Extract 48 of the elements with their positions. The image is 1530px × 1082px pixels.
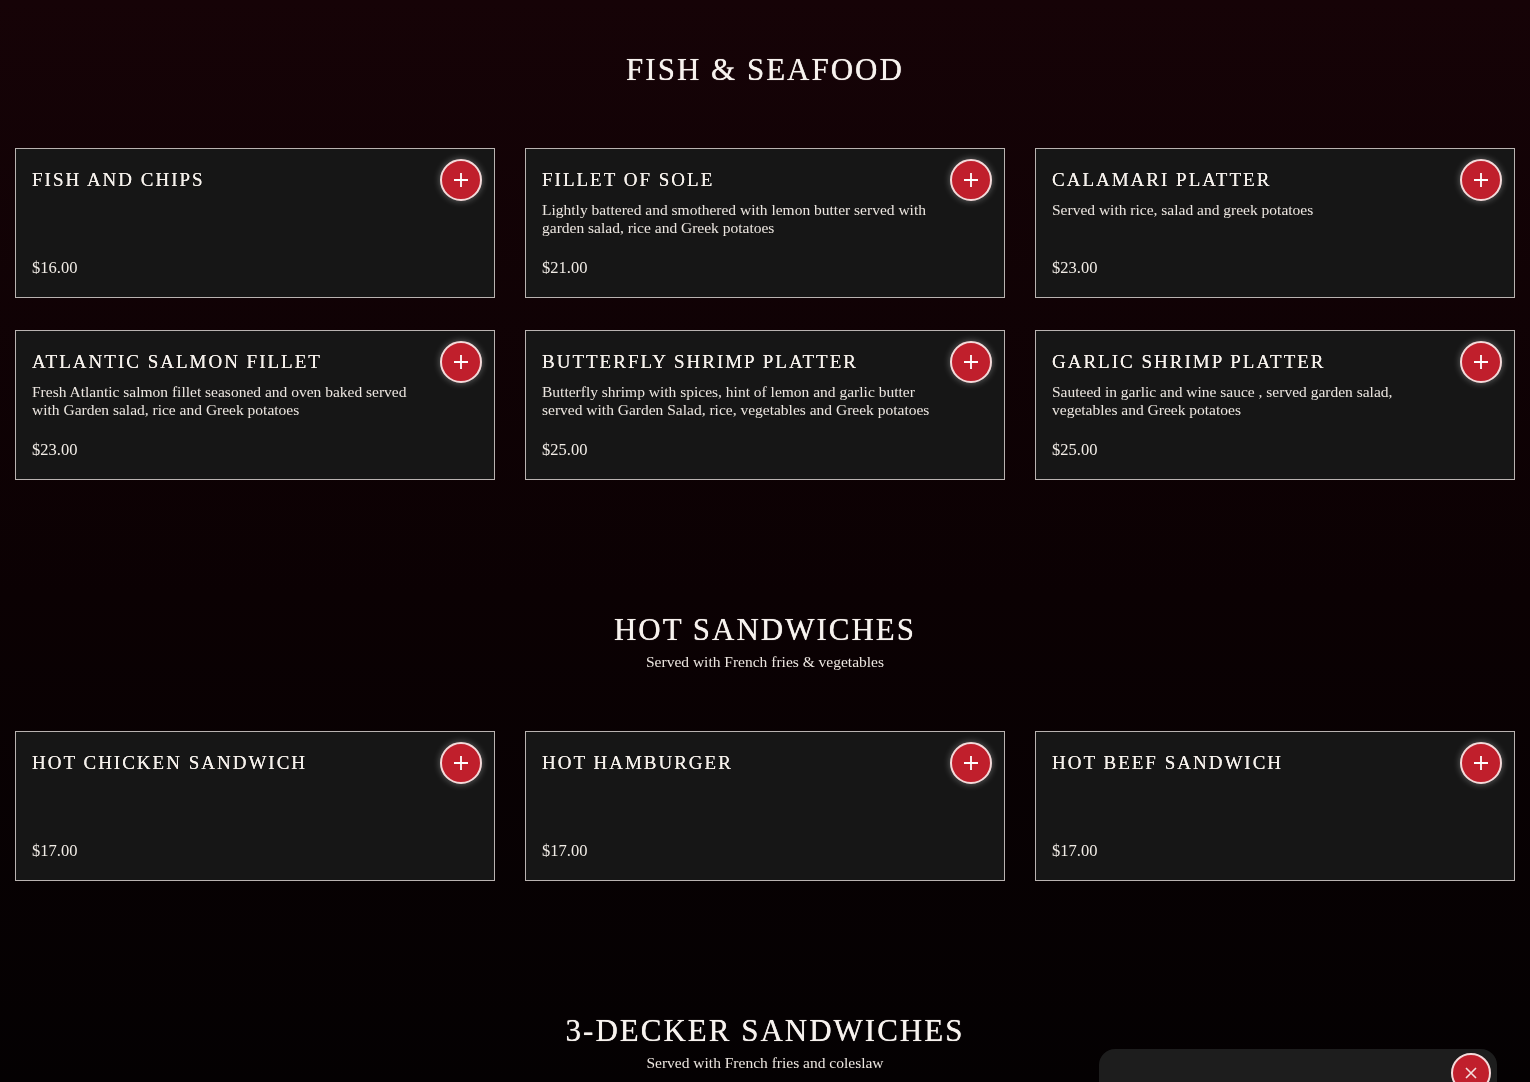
item-price: $25.00 xyxy=(542,440,589,460)
close-icon xyxy=(1465,1067,1477,1079)
item-price: $17.00 xyxy=(542,841,589,861)
item-price: $23.00 xyxy=(1052,258,1099,278)
item-name: BUTTERFLY SHRIMP PLATTER xyxy=(542,350,858,374)
plus-icon xyxy=(963,755,979,771)
add-button[interactable] xyxy=(440,159,482,201)
item-name: HOT BEEF SANDWICH xyxy=(1052,751,1284,775)
section-title: HOT SANDWICHES xyxy=(613,611,917,649)
item-name: ATLANTIC SALMON FILLET xyxy=(32,350,322,374)
add-button[interactable] xyxy=(1460,159,1502,201)
add-button[interactable] xyxy=(1460,341,1502,383)
plus-icon xyxy=(963,354,979,370)
close-button[interactable] xyxy=(1451,1053,1491,1082)
add-button[interactable] xyxy=(950,341,992,383)
item-description: Lightly battered and smothered with lemon butter served with garden salad, rice and Greek potatoes xyxy=(542,201,927,237)
item-name: CALAMARI PLATTER xyxy=(1052,168,1272,192)
item-name: HOT CHICKEN SANDWICH xyxy=(32,751,308,775)
plus-icon xyxy=(453,354,469,370)
item-description: Sauteed in garlic and wine sauce , served garden salad, vegetables and Greek potatoes xyxy=(1052,383,1394,419)
item-price: $23.00 xyxy=(32,440,79,460)
plus-icon xyxy=(453,755,469,771)
plus-icon xyxy=(1473,354,1489,370)
item-price: $17.00 xyxy=(1052,841,1099,861)
section-subtitle: Served with French fries and coleslaw xyxy=(646,1053,884,1073)
item-price: $25.00 xyxy=(1052,440,1099,460)
item-description: Fresh Atlantic salmon fillet seasoned and oven baked served with Garden salad, rice and Greek potatoes xyxy=(32,383,408,419)
item-name: FILLET OF SOLE xyxy=(542,168,715,192)
item-description: Butterfly shrimp with spices, hint of lemon and garlic butter served with Garden Salad, rice, vegetables and Greek potatoes xyxy=(542,383,931,419)
section-subtitle: Served with French fries & vegetables xyxy=(646,652,884,672)
item-name: HOT HAMBURGER xyxy=(542,751,733,775)
item-price: $17.00 xyxy=(32,841,79,861)
section-title: 3-DECKER SANDWICHES xyxy=(565,1012,965,1050)
item-price: $16.00 xyxy=(32,258,79,278)
add-button[interactable] xyxy=(1460,742,1502,784)
add-button[interactable] xyxy=(950,742,992,784)
plus-icon xyxy=(453,172,469,188)
plus-icon xyxy=(1473,172,1489,188)
add-button[interactable] xyxy=(950,159,992,201)
add-button[interactable] xyxy=(440,742,482,784)
item-description: Served with rice, salad and greek potatoes xyxy=(1052,201,1315,219)
item-name: GARLIC SHRIMP PLATTER xyxy=(1052,350,1326,374)
plus-icon xyxy=(963,172,979,188)
item-price: $21.00 xyxy=(542,258,589,278)
item-name: FISH AND CHIPS xyxy=(32,168,205,192)
section-title: FISH & SEAFOOD xyxy=(626,51,904,89)
plus-icon xyxy=(1473,755,1489,771)
add-button[interactable] xyxy=(440,341,482,383)
